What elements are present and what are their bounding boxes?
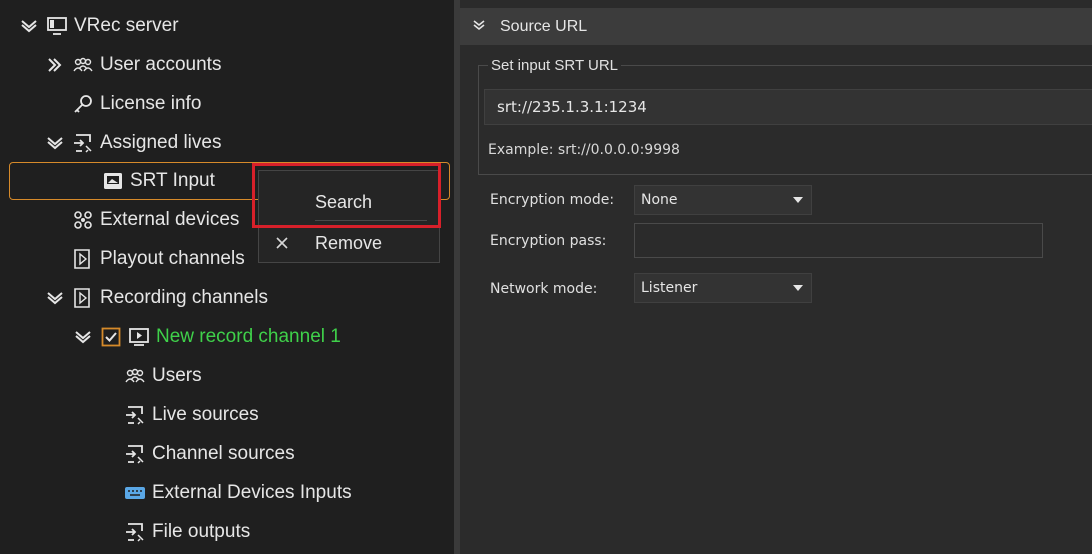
tree-item-label: License info xyxy=(100,93,202,114)
tree-item-recording-channels[interactable]: Recording channels xyxy=(44,280,268,316)
tree-item-license-info[interactable]: License info xyxy=(72,86,201,122)
tree-item-label: VRec server xyxy=(74,15,179,36)
section-header[interactable]: Source URL xyxy=(460,8,1092,45)
chevron-down-icon[interactable] xyxy=(72,330,94,344)
users-icon xyxy=(72,54,94,76)
tree-item-label: Live sources xyxy=(152,404,259,425)
network-mode-label: Network mode: xyxy=(490,281,598,297)
chevron-down-icon[interactable] xyxy=(44,291,66,305)
example-text: Example: srt://0.0.0.0:9998 xyxy=(488,142,680,158)
live-source-icon xyxy=(72,132,94,154)
network-mode-value: Listener xyxy=(641,280,698,296)
devices-icon xyxy=(72,209,94,231)
menu-item-label: Remove xyxy=(315,232,383,253)
tree-item-label: Playout channels xyxy=(100,248,245,269)
tree-item-playout-channels[interactable]: Playout channels xyxy=(72,241,245,277)
tree-item-label: External Devices Inputs xyxy=(152,482,352,503)
tree-item-label: Channel sources xyxy=(152,443,295,464)
chevron-right-icon[interactable] xyxy=(44,57,66,73)
section-title: Source URL xyxy=(500,17,588,35)
chevron-down-icon[interactable] xyxy=(44,136,66,150)
tree-item-label: User accounts xyxy=(100,54,222,75)
key-icon xyxy=(72,93,94,115)
tree-item-label: Recording channels xyxy=(100,287,268,308)
tree-item-label: File outputs xyxy=(152,521,251,542)
keyboard-icon xyxy=(124,482,146,504)
tree-item-label: Users xyxy=(152,365,202,386)
tree-item-users[interactable]: Users xyxy=(124,358,202,394)
tree-item-label: External devices xyxy=(100,209,240,230)
tree-item-channel-sources[interactable]: Channel sources xyxy=(124,436,295,472)
live-source-icon xyxy=(124,443,146,465)
menu-item-label: Search xyxy=(315,191,373,212)
properties-panel: Source URL Set input SRT URL srt://235.1… xyxy=(460,0,1092,554)
tree-item-user-accounts[interactable]: User accounts xyxy=(44,47,221,83)
recording-icon xyxy=(72,287,94,309)
tree-item-assigned-lives[interactable]: Assigned lives xyxy=(44,125,221,161)
tree-item-live-sources[interactable]: Live sources xyxy=(124,397,259,433)
dropdown-arrow-icon xyxy=(793,285,803,291)
input-icon xyxy=(102,170,124,192)
menu-item-remove[interactable]: Remove xyxy=(259,224,439,262)
menu-item-search[interactable]: Search xyxy=(259,183,439,221)
tree-item-label: SRT Input xyxy=(130,170,215,191)
encryption-mode-label: Encryption mode: xyxy=(490,192,615,208)
menu-separator xyxy=(315,220,427,221)
tree-item-external-devices-inputs[interactable]: External Devices Inputs xyxy=(124,475,352,511)
live-source-icon xyxy=(124,404,146,426)
tree-item-external-devices[interactable]: External devices xyxy=(72,202,239,238)
tree-item-new-record-channel[interactable]: New record channel 1 xyxy=(72,319,341,355)
close-icon xyxy=(259,233,305,254)
encryption-pass-label: Encryption pass: xyxy=(490,233,607,249)
chevron-down-icon[interactable] xyxy=(472,18,486,36)
tree-item-file-outputs[interactable]: File outputs xyxy=(124,514,250,550)
monitor-icon xyxy=(46,15,68,37)
context-menu: Search Remove xyxy=(258,170,440,263)
users-icon xyxy=(124,365,146,387)
channel-icon xyxy=(128,326,150,348)
tree-item-label: Assigned lives xyxy=(100,132,222,153)
encryption-mode-select[interactable]: None xyxy=(634,185,812,215)
dropdown-arrow-icon xyxy=(793,197,803,203)
tree-item-vrec-server[interactable]: VRec server xyxy=(18,8,179,44)
encryption-pass-input[interactable] xyxy=(634,223,1043,258)
group-title: Set input SRT URL xyxy=(488,57,622,74)
live-source-icon xyxy=(124,521,146,543)
srt-url-input[interactable]: srt://235.1.3.1:1234 xyxy=(484,89,1092,125)
tree-item-label: New record channel 1 xyxy=(156,326,341,347)
network-mode-select[interactable]: Listener xyxy=(634,273,812,303)
server-tree: VRec server User accounts License info A… xyxy=(0,0,454,554)
playout-icon xyxy=(72,248,94,270)
encryption-mode-value: None xyxy=(641,192,678,208)
chevron-down-icon[interactable] xyxy=(18,19,40,33)
checkbox-checked-icon[interactable] xyxy=(100,326,122,348)
